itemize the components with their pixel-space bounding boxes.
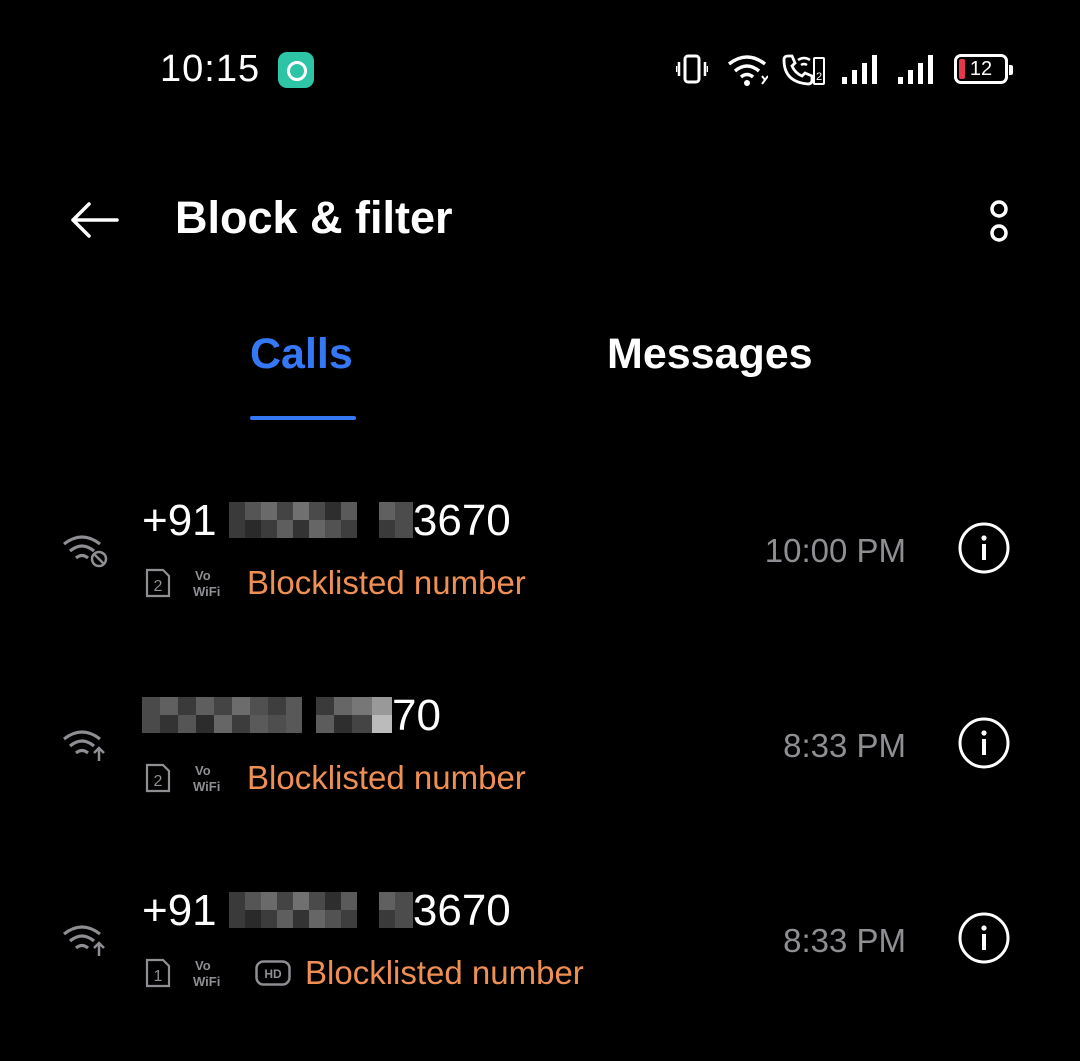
pixelated-redaction xyxy=(228,502,413,539)
wifi-icon xyxy=(727,55,768,86)
wifi-calling-sim2-icon: 2 xyxy=(782,54,825,86)
page-title: Block & filter xyxy=(175,192,453,243)
number-suffix: 3670 xyxy=(412,886,511,935)
svg-text:Vo: Vo xyxy=(195,568,211,583)
block-filter-screen: 10:15 2 12 Block & filter Calls Messages… xyxy=(0,0,1080,1061)
phone-number: +91 3670 xyxy=(142,886,511,936)
call-list-item[interactable]: +91 3670 2 Vo WiFi Blocklisted number 10… xyxy=(0,478,1080,628)
more-options-button[interactable] xyxy=(974,192,1024,252)
call-details: 2 Vo WiFi Blocklisted number xyxy=(145,758,526,798)
svg-text:Vo: Vo xyxy=(195,958,211,973)
vowifi-icon: Vo WiFi xyxy=(193,763,220,793)
call-time: 10:00 PM xyxy=(764,532,906,569)
number-suffix: 70 xyxy=(392,691,441,740)
svg-text:Vo: Vo xyxy=(195,763,211,778)
phone-number: 70 xyxy=(142,691,441,741)
sim-2-icon: 2 xyxy=(145,568,171,598)
info-icon[interactable] xyxy=(957,911,1011,965)
wifi-outgoing-icon xyxy=(63,730,105,761)
svg-text:WiFi: WiFi xyxy=(193,779,220,793)
call-details: 2 Vo WiFi Blocklisted number xyxy=(145,563,526,603)
info-icon[interactable] xyxy=(957,716,1011,770)
back-button[interactable] xyxy=(64,192,124,248)
tab-messages[interactable]: Messages xyxy=(607,330,827,420)
svg-text:2: 2 xyxy=(816,71,822,83)
signal-sim2-icon xyxy=(898,55,933,84)
signal-sim1-icon xyxy=(842,55,877,84)
call-list-item[interactable]: +91 3670 1 Vo WiFi HD Blocklisted number… xyxy=(0,868,1080,1018)
arrow-left-icon xyxy=(71,202,119,238)
phone-number: +91 3670 xyxy=(142,496,511,546)
vibrate-icon xyxy=(676,54,708,84)
blocklisted-label: Blocklisted number xyxy=(305,954,584,991)
status-bar: 10:15 2 12 xyxy=(0,0,1080,140)
battery-level: 12 xyxy=(969,58,993,80)
tab-selected-indicator xyxy=(250,416,356,420)
blocklisted-label: Blocklisted number xyxy=(247,759,526,796)
number-prefix: +91 xyxy=(142,496,217,545)
sim-1-icon: 1 xyxy=(145,958,171,988)
info-icon[interactable] xyxy=(957,521,1011,575)
svg-text:2: 2 xyxy=(154,578,163,595)
svg-text:2: 2 xyxy=(154,773,163,790)
wifi-outgoing-icon xyxy=(63,925,105,956)
svg-text:HD: HD xyxy=(264,967,282,981)
battery-icon: 12 xyxy=(954,54,1013,84)
tab-calls[interactable]: Calls xyxy=(250,330,356,420)
pixelated-redaction xyxy=(228,892,413,929)
call-list-item[interactable]: 70 2 Vo WiFi Blocklisted number 8:33 PM xyxy=(0,673,1080,823)
svg-text:WiFi: WiFi xyxy=(193,584,220,598)
number-suffix: 3670 xyxy=(412,496,511,545)
status-time: 10:15 xyxy=(160,48,261,90)
number-prefix: +91 xyxy=(142,886,217,935)
call-details: 1 Vo WiFi HD Blocklisted number xyxy=(145,953,584,993)
green-notification-app-icon xyxy=(278,52,314,88)
pixelated-redaction xyxy=(142,697,392,734)
wifi-blocked-icon xyxy=(63,535,108,568)
blocklisted-label: Blocklisted number xyxy=(247,564,526,601)
call-time: 8:33 PM xyxy=(783,727,906,764)
vowifi-icon: Vo WiFi xyxy=(193,568,220,598)
call-time: 8:33 PM xyxy=(783,922,906,959)
hd-voice-icon: HD xyxy=(255,960,291,986)
svg-text:1: 1 xyxy=(154,968,163,985)
svg-text:WiFi: WiFi xyxy=(193,974,220,988)
vowifi-icon: Vo WiFi xyxy=(193,958,220,988)
sim-2-icon: 2 xyxy=(145,763,171,793)
more-vertical-icon xyxy=(990,200,1008,242)
